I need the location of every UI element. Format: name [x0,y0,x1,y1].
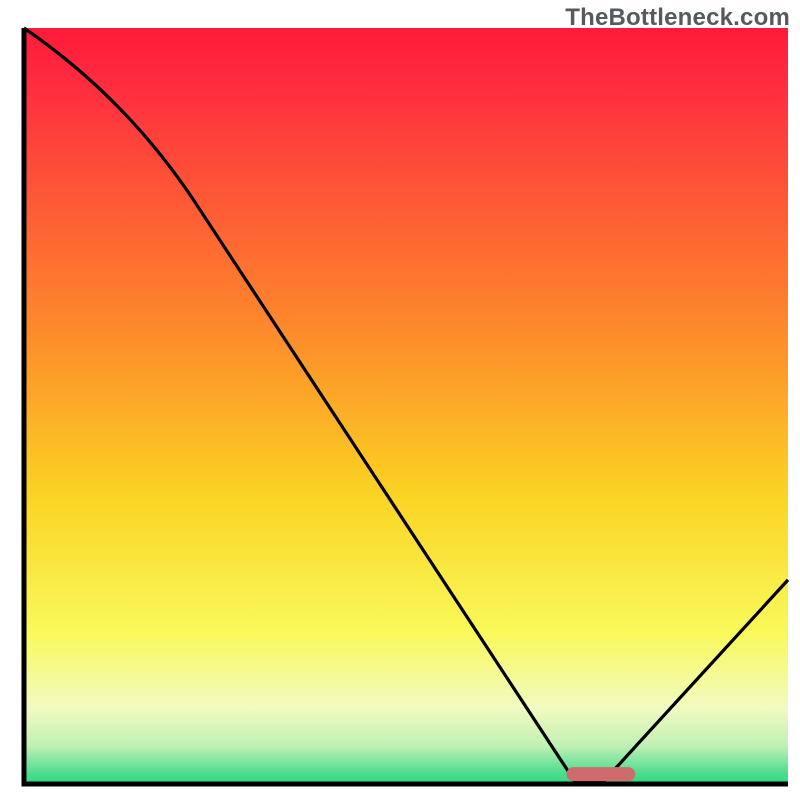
plot-background [24,28,788,784]
target-marker [566,767,635,781]
bottleneck-chart [0,0,800,800]
chart-container: { "watermark": "TheBottleneck.com", "cha… [0,0,800,800]
